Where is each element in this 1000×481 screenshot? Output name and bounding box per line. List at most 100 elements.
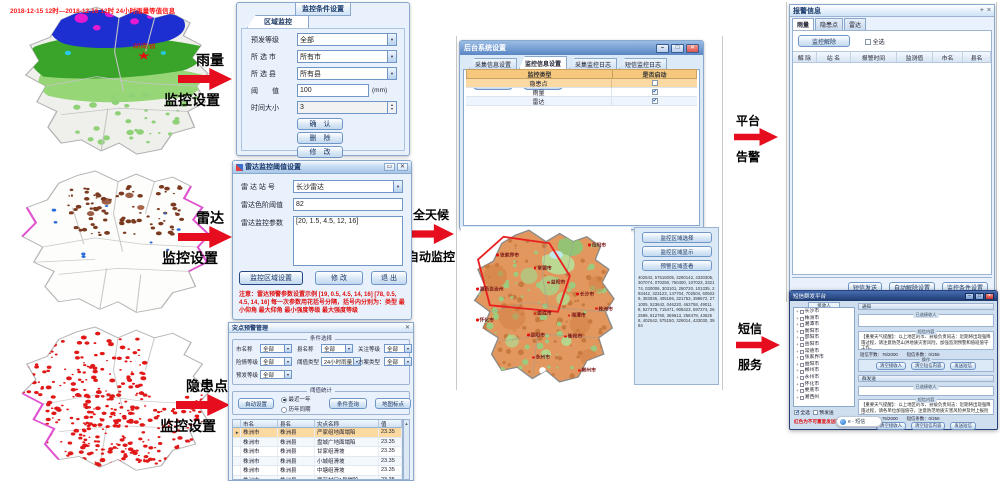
threshold-input[interactable]: 100 [297, 84, 369, 97]
close-icon[interactable]: × [985, 293, 994, 300]
expand-icon[interactable]: + [796, 355, 799, 362]
table-row-radar[interactable]: 雷达 [466, 97, 697, 106]
tree-item[interactable]: +岳阳市 [796, 342, 854, 349]
radar-station-select[interactable]: 长沙雷达▼ [293, 180, 403, 193]
checkbox-icon[interactable] [800, 317, 804, 321]
table-row[interactable]: 株洲市 株洲县 盘城广地面塌陷 23.35 [233, 438, 402, 448]
checkbox-icon[interactable] [800, 383, 804, 387]
checkbox-icon[interactable] [800, 323, 804, 327]
checkbox-icon[interactable] [800, 310, 804, 314]
tree-item[interactable]: +张家界市 [796, 355, 854, 362]
modify-button[interactable]: 修 改 [315, 271, 363, 285]
expand-icon[interactable]: + [796, 395, 799, 402]
auto-set-button[interactable]: 自动设置 [238, 398, 274, 409]
tab-sms-log[interactable]: 短信监控日志 [619, 58, 667, 69]
tree-item[interactable]: +湘西州 [796, 395, 854, 402]
pin-icon[interactable]: + [980, 7, 984, 14]
minimize-icon[interactable]: – [656, 44, 669, 53]
expand-icon[interactable]: + [796, 316, 799, 323]
chevron-down-icon[interactable]: ▼ [284, 371, 291, 378]
close-icon[interactable]: × [987, 7, 991, 14]
monitor-area-button[interactable]: 监控区域设置 [239, 271, 303, 285]
tab-collect-log[interactable]: 采集监控日志 [569, 58, 617, 69]
focus-level-select[interactable]: 全部▼ [384, 344, 412, 353]
county-select[interactable]: 所有县▼ [297, 67, 397, 80]
checkbox-icon[interactable] [800, 350, 804, 354]
send-sms-button[interactable]: 发送短信 [950, 422, 976, 430]
checkbox-icon[interactable] [794, 410, 799, 415]
city-name-select[interactable]: 全部▼ [260, 344, 292, 353]
send-sms-button[interactable]: 发送短信 [950, 362, 976, 370]
enable-checkbox[interactable] [652, 98, 658, 104]
expand-icon[interactable]: + [796, 382, 799, 389]
color-threshold-input[interactable]: 82 [293, 198, 403, 211]
threshold-type-select[interactable]: 24小时雨量▼ [321, 357, 361, 366]
chevron-down-icon[interactable]: ▼ [345, 345, 352, 352]
radio-history-period[interactable]: 历年同期 [281, 405, 311, 413]
checkbox-icon[interactable] [800, 330, 804, 334]
chevron-down-icon[interactable]: ▼ [284, 345, 291, 352]
modify-button[interactable]: 修 改 [297, 146, 343, 158]
expand-icon[interactable]: + [796, 322, 799, 329]
tray-pill[interactable]: e - 短信 [836, 416, 882, 427]
tab-rain[interactable]: 雨量 [792, 18, 814, 30]
chevron-down-icon[interactable]: ▼ [404, 358, 411, 365]
close-icon[interactable]: ✕ [397, 163, 408, 171]
enable-checkbox[interactable] [652, 80, 658, 86]
tree-item[interactable]: +永州市 [796, 375, 854, 382]
table-row[interactable]: 株洲市 株洲县 两至村口1号塌陷 23.35 [233, 476, 402, 481]
tree-item[interactable]: +郴州市 [796, 368, 854, 375]
chevron-down-icon[interactable]: ▼ [284, 358, 291, 365]
region-show-button[interactable]: 监控区域显示 [642, 246, 712, 257]
checkbox-icon[interactable] [800, 356, 804, 360]
expand-icon[interactable]: + [796, 362, 799, 369]
checkbox-icon[interactable] [800, 370, 804, 374]
table-row[interactable]: 株洲市 株洲县 小城组滑坡 23.35 [233, 457, 402, 467]
tab-hidden-point[interactable]: 隐患点 [815, 18, 843, 30]
expand-icon[interactable]: + [796, 368, 799, 375]
tree-item[interactable]: +娄底市 [796, 388, 854, 395]
radio-recent-year[interactable]: 最近一年 [281, 395, 311, 403]
stepper-arrows-icon[interactable]: ▲▼ [387, 102, 396, 113]
checkbox-icon[interactable] [800, 376, 804, 380]
chevron-down-icon[interactable]: ▼ [387, 68, 396, 79]
delete-button[interactable]: 删 除 [297, 132, 343, 144]
sms-content-box[interactable]: 短信内容【重要天气提醒】：以上地区的市、县级负责同志：近期将出现强降雨过程，请各… [858, 399, 994, 415]
issue-level-select[interactable]: 全部▼ [260, 370, 292, 379]
expand-icon[interactable]: + [796, 388, 799, 395]
checkbox-icon[interactable] [800, 389, 804, 393]
tab-collect-settings[interactable]: 采集信息设置 [469, 58, 517, 69]
time-size-stepper[interactable]: 3 ▲▼ [297, 101, 397, 114]
chevron-down-icon[interactable]: ▼ [393, 181, 402, 192]
maximize-icon[interactable]: □ [671, 44, 684, 53]
selected-recipients-box[interactable]: 已选接收人 [858, 386, 994, 396]
preview-send-checkbox[interactable]: 预发送 [813, 409, 834, 416]
tab-region-monitor[interactable]: 区域监控 [247, 15, 309, 28]
release-monitor-button[interactable]: 监控解除 [798, 35, 850, 47]
checkbox-icon[interactable] [865, 39, 871, 45]
clear-content-button[interactable]: 清空短信内容 [911, 422, 945, 430]
checkbox-icon[interactable] [800, 343, 804, 347]
minimize-icon[interactable]: ▭ [384, 163, 395, 171]
enable-checkbox[interactable] [652, 89, 658, 95]
checkbox-icon[interactable] [800, 337, 804, 341]
expand-icon[interactable]: + [796, 375, 799, 382]
map-mark-button[interactable]: 地图标点 [375, 398, 411, 409]
sms-content-box[interactable]: 短信内容【重要天气提醒】：以上地区的市、县级负责同志：近期将出现强降雨过程，请注… [858, 331, 994, 350]
confirm-button[interactable]: 确 认 [297, 118, 343, 130]
tree-item[interactable]: +长沙市 [796, 309, 854, 316]
tab-monitor-settings[interactable]: 监控信息设置 [519, 56, 567, 69]
query-button[interactable]: 条件查询 [329, 398, 367, 409]
tree-item[interactable]: +湘潭市 [796, 322, 854, 329]
radar-params-textarea[interactable]: [20, 1.5, 4.5, 12, 16] [293, 216, 403, 266]
expand-icon[interactable]: + [796, 309, 799, 316]
close-icon[interactable]: ✕ [405, 324, 410, 331]
checkbox-icon[interactable] [800, 396, 804, 400]
radio-icon[interactable] [281, 407, 287, 413]
county-name-select[interactable]: 全部▼ [321, 344, 353, 353]
select-all-checkbox[interactable]: 全选 [865, 37, 885, 46]
city-select[interactable]: 所有市▼ [297, 50, 397, 63]
expand-icon[interactable]: + [796, 329, 799, 336]
expand-icon[interactable]: + [796, 349, 799, 356]
maximize-icon[interactable]: □ [975, 293, 984, 300]
